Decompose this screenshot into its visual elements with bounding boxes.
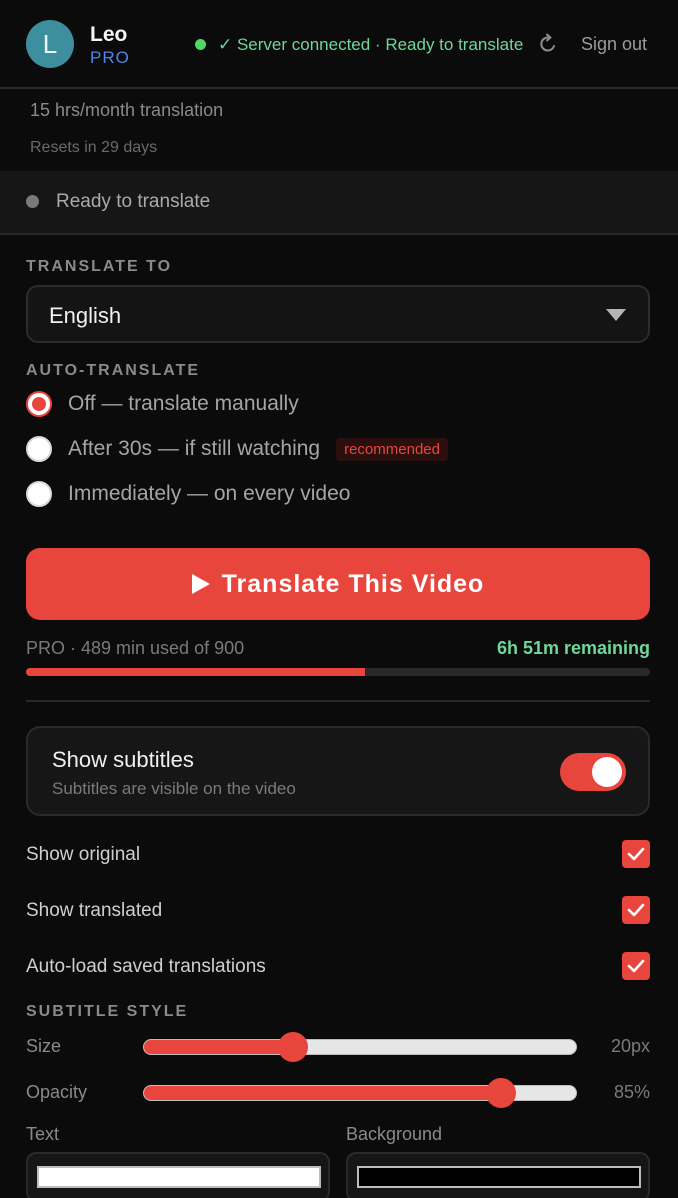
background-color-swatch <box>357 1166 641 1188</box>
divider <box>26 700 650 702</box>
toggle-knob <box>592 757 622 787</box>
status-bar: Ready to translate <box>0 171 678 235</box>
avatar: L <box>26 20 74 68</box>
show-translated-checkbox[interactable] <box>622 896 650 924</box>
user-name: Leo <box>90 23 128 46</box>
language-select[interactable]: English <box>26 285 650 343</box>
radio-off[interactable] <box>26 391 52 417</box>
header: L Leo PRO ✓ Server connected · Ready to … <box>0 0 678 89</box>
translate-video-button[interactable]: Translate This Video <box>26 548 650 620</box>
auto-translate-option-off[interactable]: Off — translate manually <box>26 387 299 421</box>
translator-panel: L Leo PRO ✓ Server connected · Ready to … <box>0 0 678 1198</box>
status-text: Ready to translate <box>56 191 211 212</box>
remaining-text: 6h 51m remaining <box>496 638 650 658</box>
radio-label: After 30s — if still watching <box>68 437 321 460</box>
show-subtitles-title: Show subtitles <box>52 747 194 772</box>
radio-label: Immediately — on every video <box>68 482 351 505</box>
size-slider-track[interactable] <box>143 1039 577 1055</box>
check-icon <box>627 847 645 861</box>
option-auto-load-saved: Auto-load saved translations <box>26 952 650 982</box>
play-icon <box>191 574 210 594</box>
sign-out-button[interactable]: Sign out <box>581 34 647 55</box>
refresh-icon[interactable] <box>538 33 558 55</box>
check-icon <box>627 903 645 917</box>
background-color-picker[interactable] <box>346 1152 650 1198</box>
option-label: Auto-load saved translations <box>26 956 266 977</box>
server-status-text: ✓ Server connected · Ready to translate <box>218 35 524 54</box>
recommended-badge: recommended <box>336 437 448 461</box>
radio-label: Off — translate manually <box>68 392 299 415</box>
size-slider-row: Size 20px <box>26 1031 650 1062</box>
opacity-label: Opacity <box>26 1082 88 1102</box>
option-label: Show translated <box>26 900 163 921</box>
quota-text: 15 hrs/month translation <box>30 100 224 120</box>
auto-translate-heading: AUTO-TRANSLATE <box>26 362 201 379</box>
size-value: 20px <box>610 1036 650 1056</box>
option-show-translated: Show translated <box>26 896 650 926</box>
opacity-slider-row: Opacity 85% <box>26 1077 650 1108</box>
size-label: Size <box>26 1036 62 1056</box>
show-subtitles-toggle[interactable] <box>560 753 626 791</box>
subtitle-style-heading: SUBTITLE STYLE <box>26 1003 189 1020</box>
size-slider-fill <box>144 1040 294 1054</box>
show-subtitles-card: Show subtitles Subtitles are visible on … <box>26 726 650 816</box>
radio-immediately[interactable] <box>26 481 52 507</box>
usage-progress-fill <box>26 668 366 676</box>
check-icon <box>627 959 645 973</box>
show-subtitles-desc: Subtitles are visible on the video <box>52 779 296 798</box>
text-color-swatch <box>37 1166 321 1188</box>
option-label: Show original <box>26 844 141 865</box>
opacity-value: 85% <box>613 1082 650 1102</box>
language-select-value: English <box>49 303 122 328</box>
usage-text: PRO · 489 min used of 900 <box>26 638 245 658</box>
plan-badge: PRO <box>90 48 130 67</box>
translate-to-heading: TRANSLATE TO <box>26 258 173 275</box>
size-slider-thumb[interactable] <box>277 1032 308 1062</box>
background-color-label: Background <box>346 1124 443 1144</box>
auto-translate-option-immediately[interactable]: Immediately — on every video <box>26 477 350 511</box>
usage-progress-bar <box>26 668 650 676</box>
option-show-original: Show original <box>26 840 650 870</box>
chevron-down-icon <box>606 309 626 321</box>
quota-reset-text: Resets in 29 days <box>30 139 158 156</box>
auto-load-saved-checkbox[interactable] <box>622 952 650 980</box>
status-dot <box>26 195 39 208</box>
server-status-dot <box>195 39 206 50</box>
auto-translate-option-30s[interactable]: After 30s — if still watching recommende… <box>26 432 448 466</box>
show-original-checkbox[interactable] <box>622 840 650 868</box>
translate-video-label: Translate This Video <box>221 569 485 598</box>
opacity-slider-thumb[interactable] <box>486 1078 517 1108</box>
text-color-picker[interactable] <box>26 1152 330 1198</box>
text-color-label: Text <box>26 1124 60 1144</box>
opacity-slider-fill <box>144 1086 501 1100</box>
radio-30s[interactable] <box>26 436 52 462</box>
